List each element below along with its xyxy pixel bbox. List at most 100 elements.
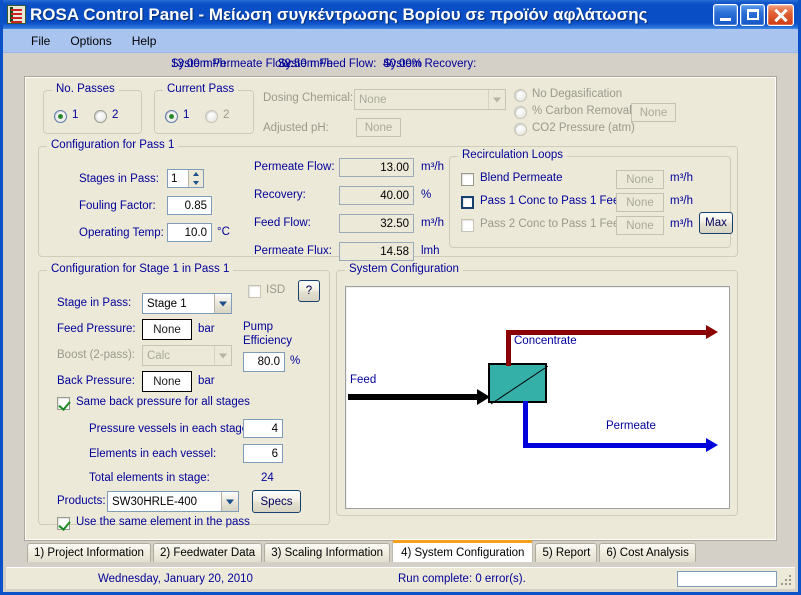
carbon-removal-radio[interactable] [514,106,527,119]
back-pressure-unit: bar [198,375,215,387]
feed-pressure-label: Feed Pressure: [57,323,136,335]
menu-item-options[interactable]: Options [60,32,121,50]
chevron-down-icon [214,346,231,365]
client-area: System Permeate Flow: 13.00 m³/h System … [3,53,798,592]
isd-checkbox[interactable] [248,285,261,298]
carbon-removal-field[interactable]: None [631,103,676,122]
elements-per-vessel-label: Elements in each vessel: [89,448,217,460]
stage-configuration-group: Configuration for Stage 1 in Pass 1 ISD … [38,263,330,530]
pump-efficiency-unit: % [290,355,301,367]
system-flow-diagram: Feed Concentrate Permeate [345,286,730,509]
close-icon[interactable] [767,3,794,26]
recirculation-loops-group: Recirculation Loops Blend Permeate None … [449,149,733,248]
total-elements-label: Total elements in stage: [89,472,210,484]
co2-pressure-radio[interactable] [514,123,527,136]
recovery-unit: % [421,189,432,201]
products-select[interactable]: SW30HRLE-400 [107,491,239,512]
permeate-label: Permeate [606,420,656,432]
dosing-chemical-select[interactable]: None [354,89,506,110]
stage-in-pass-label: Stage in Pass: [57,297,132,309]
no-degasification-label: No Degasification [532,88,623,100]
no-passes-radio-1[interactable] [54,110,67,123]
system-permeate-flow: System Permeate Flow: 13.00 m³/h [171,58,293,70]
fouling-factor-field[interactable]: 0.85 [167,196,212,215]
pressure-vessels-field[interactable]: 4 [243,419,283,438]
recovery-label: Recovery: [254,189,306,201]
stages-in-pass-stepper[interactable]: 1 [167,169,204,188]
no-passes-label-1: 1 [72,109,79,121]
application-window: ROSA Control Panel - Μείωση συγκέντρωσης… [0,0,801,595]
current-pass-title: Current Pass [163,83,239,95]
back-pressure-field[interactable]: None [142,371,192,392]
feed-pressure-field[interactable]: None [142,319,192,340]
system-summary-bar: System Permeate Flow: 13.00 m³/h System … [3,53,798,75]
permeate-flux-field[interactable]: 14.58 [339,242,414,261]
system-configuration-group: System Configuration Feed Concentrate Pe… [336,263,738,516]
tab-feedwater-data[interactable]: 2) Feedwater Data [152,543,263,562]
status-message: Run complete: 0 error(s). [398,572,526,585]
boost-select[interactable]: Calc [142,345,232,366]
dosing-chemical-value: None [359,93,387,106]
help-button[interactable]: ? [298,280,320,302]
pass1-conc-unit: m³/h [670,195,693,207]
pass2-conc-field[interactable]: None [616,216,664,235]
permeate-arrowhead [706,438,718,452]
no-passes-radio-2[interactable] [94,110,107,123]
tab-project-information[interactable]: 1) Project Information [27,543,151,562]
no-passes-group: No. Passes 1 2 [43,83,142,134]
stage-in-pass-select[interactable]: Stage 1 [142,293,232,314]
same-element-label: Use the same element in the pass [76,516,250,528]
menu-item-file[interactable]: File [21,32,60,50]
pass2-conc-unit: m³/h [670,218,693,230]
same-element-checkbox[interactable] [57,517,70,530]
tab-report[interactable]: 5) Report [535,543,598,562]
pump-efficiency-field[interactable]: 80.0 [243,352,285,372]
same-back-pressure-label: Same back pressure for all stages [76,396,250,408]
system-feed-flow-label: System Feed Flow: [277,58,377,70]
specs-button[interactable]: Specs [252,490,301,513]
feed-flow-field[interactable]: 32.50 [339,214,414,233]
menu-item-help[interactable]: Help [122,32,167,50]
current-pass-label-1: 1 [183,109,190,121]
system-configuration-title: System Configuration [345,263,463,275]
operating-temp-field[interactable]: 10.0 [167,223,212,242]
current-pass-radio-1[interactable] [165,110,178,123]
same-back-pressure-checkbox[interactable] [57,397,70,410]
chevron-down-icon [488,90,505,109]
permeate-flow-field[interactable]: 13.00 [339,158,414,177]
adjusted-ph-field[interactable]: None [356,118,401,137]
max-button[interactable]: Max [699,212,733,234]
system-recovery: System Recovery: 40.00% [383,58,476,70]
status-input-field[interactable] [677,570,777,587]
stages-in-pass-value: 1 [171,172,178,185]
tab-system-configuration[interactable]: 4) System Configuration [392,540,534,562]
title-bar: ROSA Control Panel - Μείωση συγκέντρωσης… [3,0,798,29]
blend-permeate-checkbox[interactable] [461,173,474,186]
no-degasification-radio[interactable] [514,89,527,102]
membrane-element [488,363,549,405]
tab-scaling-information[interactable]: 3) Scaling Information [264,543,391,562]
pump-efficiency-label-line2: Efficiency [243,335,293,347]
tab-cost-analysis[interactable]: 6) Cost Analysis [599,543,696,562]
tab-bar: 1) Project Information 2) Feedwater Data… [27,540,698,562]
operating-temp-label: Operating Temp: [79,227,164,239]
elements-per-vessel-field[interactable]: 6 [243,444,283,463]
stage-in-pass-value: Stage 1 [147,297,187,310]
system-permeate-flow-label: System Permeate Flow: [171,58,294,70]
feed-pressure-unit: bar [198,323,215,335]
pass1-conc-field[interactable]: None [616,193,664,212]
recovery-field[interactable]: 40.00 [339,186,414,205]
total-elements-value: 24 [261,472,274,484]
window-title: ROSA Control Panel - Μείωση συγκέντρωσης… [30,4,648,24]
no-passes-label-2: 2 [112,109,119,121]
minimize-button[interactable] [713,3,738,26]
pass2-conc-checkbox[interactable] [461,219,474,232]
pass1-conc-checkbox[interactable] [461,196,474,209]
maximize-button[interactable] [740,3,765,26]
current-pass-radio-2[interactable] [205,110,218,123]
resize-grip-icon[interactable] [781,575,793,587]
blend-permeate-label: Blend Permeate [480,172,563,184]
blend-permeate-field[interactable]: None [616,170,664,189]
status-date: Wednesday, January 20, 2010 [98,572,253,585]
concentrate-label: Concentrate [514,335,577,347]
